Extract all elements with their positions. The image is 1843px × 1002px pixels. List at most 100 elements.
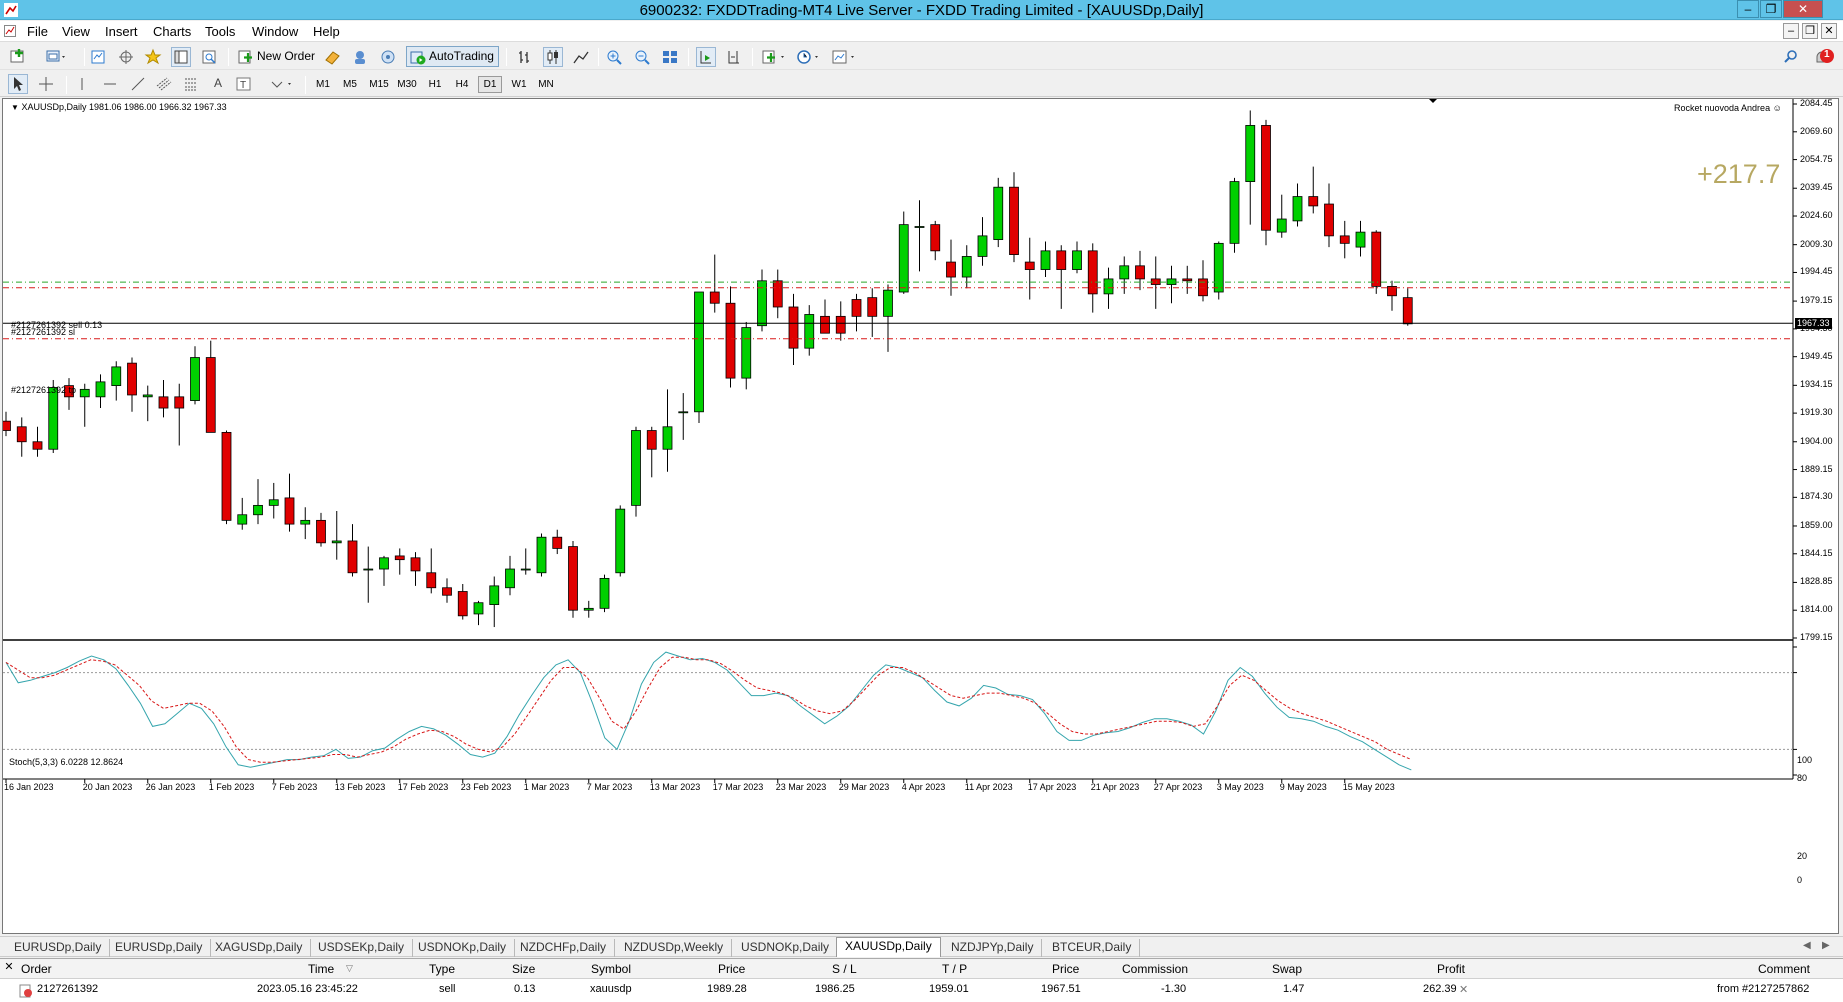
tab-usdnokp-daily-2[interactable]: USDNOKp,Daily bbox=[733, 939, 839, 957]
minimize-button[interactable]: – bbox=[1737, 0, 1759, 18]
bull-candle bbox=[883, 289, 893, 317]
bull-candle bbox=[583, 607, 594, 611]
new-order-button[interactable]: New Order bbox=[234, 46, 320, 67]
timeframe-m30[interactable]: M30 bbox=[394, 76, 420, 93]
col-comment[interactable]: Comment bbox=[1758, 962, 1810, 976]
col-open-price[interactable]: Price bbox=[718, 962, 745, 976]
menu-help[interactable]: Help bbox=[313, 24, 340, 39]
col-current-price[interactable]: Price bbox=[1052, 962, 1079, 976]
mdi-close-button[interactable]: ✕ bbox=[1821, 23, 1837, 39]
search-button[interactable] bbox=[1781, 47, 1801, 67]
timeframe-mn[interactable]: MN bbox=[534, 76, 558, 93]
timeframe-m5[interactable]: M5 bbox=[338, 76, 362, 93]
market-button[interactable] bbox=[378, 47, 398, 67]
tab-xagusdp-daily[interactable]: XAGUSDp,Daily bbox=[207, 939, 312, 957]
timeframe-w1[interactable]: W1 bbox=[507, 76, 531, 93]
menu-window[interactable]: Window bbox=[252, 24, 298, 39]
expert-advisor-label[interactable]: Rocket nuovoda Andrea ☺ bbox=[1674, 103, 1782, 113]
col-order[interactable]: Order bbox=[21, 962, 52, 976]
autotrading-icon bbox=[410, 51, 426, 65]
crosshair-tool-button[interactable] bbox=[36, 74, 56, 94]
cursor-tool-button[interactable] bbox=[8, 74, 28, 94]
equidistant-channel-button[interactable] bbox=[154, 74, 174, 94]
smiley-icon: ☺ bbox=[1772, 103, 1782, 113]
arrows-button[interactable] bbox=[268, 74, 298, 94]
col-symbol[interactable]: Symbol bbox=[591, 962, 631, 976]
chart-shift-button[interactable] bbox=[724, 47, 744, 67]
text-tool-button[interactable]: A bbox=[208, 74, 228, 94]
tab-eurusdp-daily-1[interactable]: EURUSDp,Daily bbox=[6, 939, 111, 957]
timeframe-h1[interactable]: H1 bbox=[423, 76, 447, 93]
candlestick-chart-button[interactable] bbox=[543, 47, 563, 67]
bull-candle bbox=[1292, 196, 1303, 222]
timeframe-m15[interactable]: M15 bbox=[366, 76, 392, 93]
tabs-scroll-left-icon[interactable]: ◀ bbox=[1803, 940, 1811, 951]
tab-eurusdp-daily-2[interactable]: EURUSDp,Daily bbox=[107, 939, 212, 957]
line-chart-button[interactable] bbox=[571, 47, 591, 67]
chart-window[interactable]: ▼ XAUUSDp,Daily 1981.06 1986.00 1966.32 … bbox=[2, 98, 1839, 934]
trendline-button[interactable] bbox=[128, 74, 148, 94]
col-stop-loss[interactable]: S / L bbox=[832, 962, 857, 976]
bear-candle bbox=[725, 302, 736, 379]
menu-file[interactable]: File bbox=[27, 24, 48, 39]
tab-usdsekp-daily[interactable]: USDSEKp,Daily bbox=[310, 939, 414, 957]
tab-nzdchfp-daily[interactable]: NZDCHFp,Daily bbox=[512, 939, 616, 957]
bull-candle bbox=[741, 327, 752, 379]
tab-usdnokp-daily-1[interactable]: USDNOKp,Daily bbox=[410, 939, 516, 957]
timeframe-m1[interactable]: M1 bbox=[311, 76, 335, 93]
col-swap[interactable]: Swap bbox=[1272, 962, 1302, 976]
navigator-button[interactable] bbox=[143, 47, 163, 67]
tile-windows-button[interactable] bbox=[660, 47, 680, 67]
notifications-button[interactable]: 1 bbox=[1811, 47, 1834, 67]
terminal-close-icon[interactable]: ✕ bbox=[2, 961, 16, 975]
templates-button[interactable] bbox=[830, 47, 860, 67]
auto-scroll-button[interactable] bbox=[696, 47, 716, 67]
strategy-tester-button[interactable] bbox=[199, 47, 219, 67]
col-type[interactable]: Type bbox=[429, 962, 455, 976]
text-label-button[interactable]: T bbox=[234, 74, 254, 94]
col-profit[interactable]: Profit bbox=[1437, 962, 1465, 976]
tab-nzdjpyp-daily[interactable]: NZDJPYp,Daily bbox=[943, 939, 1043, 957]
tabs-scroll-right-icon[interactable]: ▶ bbox=[1822, 940, 1830, 951]
close-button[interactable]: ✕ bbox=[1783, 0, 1823, 18]
bull-candle bbox=[599, 577, 610, 609]
data-window-button[interactable] bbox=[116, 47, 136, 67]
maximize-button[interactable]: ❐ bbox=[1760, 0, 1782, 18]
tab-xauusdp-daily[interactable]: XAUUSDp,Daily bbox=[836, 937, 941, 957]
fibonacci-button[interactable] bbox=[181, 74, 201, 94]
timeframe-d1[interactable]: D1 bbox=[478, 76, 502, 93]
horizontal-line-button[interactable] bbox=[100, 74, 120, 94]
autotrading-button[interactable]: AutoTrading bbox=[406, 46, 499, 67]
periods-button[interactable] bbox=[795, 47, 825, 67]
profiles-button[interactable] bbox=[44, 47, 65, 67]
col-commission[interactable]: Commission bbox=[1122, 962, 1188, 976]
chart-window-icon[interactable] bbox=[4, 25, 16, 37]
vertical-line-button[interactable] bbox=[72, 74, 92, 94]
menu-view[interactable]: View bbox=[62, 24, 90, 39]
market-watch-button[interactable] bbox=[88, 47, 108, 67]
new-chart-button[interactable] bbox=[8, 47, 28, 67]
price-chart-canvas[interactable] bbox=[3, 99, 1840, 935]
menu-charts[interactable]: Charts bbox=[153, 24, 191, 39]
terminal-button[interactable] bbox=[171, 47, 191, 67]
zoom-in-button[interactable] bbox=[604, 47, 624, 67]
metaeditor-button[interactable] bbox=[322, 47, 342, 67]
cell-size: 0.13 bbox=[514, 983, 536, 995]
timeframe-h4[interactable]: H4 bbox=[450, 76, 474, 93]
signals-button[interactable] bbox=[350, 47, 370, 67]
price-label: 1828.85 bbox=[1800, 576, 1833, 587]
col-take-profit[interactable]: T / P bbox=[942, 962, 967, 976]
indicators-button[interactable] bbox=[760, 47, 790, 67]
menu-insert[interactable]: Insert bbox=[105, 24, 138, 39]
close-order-icon[interactable]: ✕ bbox=[1459, 983, 1468, 996]
col-time[interactable]: Time bbox=[308, 962, 334, 976]
menu-tools[interactable]: Tools bbox=[205, 24, 235, 39]
bar-chart-button[interactable] bbox=[515, 47, 535, 67]
tab-btceur-daily[interactable]: BTCEUR,Daily bbox=[1044, 939, 1141, 957]
mdi-restore-button[interactable]: ❐ bbox=[1802, 23, 1818, 39]
zoom-out-button[interactable] bbox=[632, 47, 652, 67]
mdi-minimize-button[interactable]: – bbox=[1783, 23, 1799, 39]
col-size[interactable]: Size bbox=[512, 962, 535, 976]
tab-nzdusdp-weekly[interactable]: NZDUSDp,Weekly bbox=[616, 939, 733, 957]
bear-candle bbox=[867, 297, 878, 317]
